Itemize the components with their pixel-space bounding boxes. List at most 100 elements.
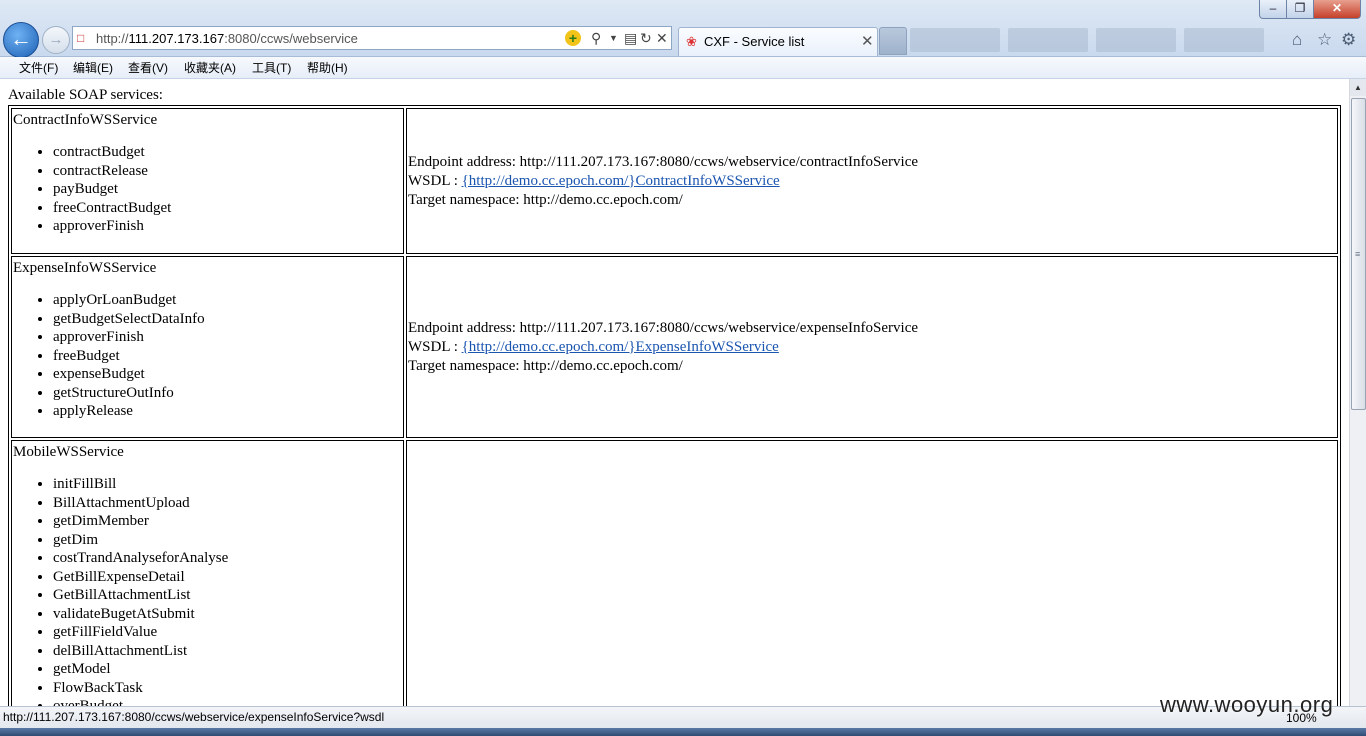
minimize-button[interactable]: – bbox=[1259, 0, 1287, 19]
menu-edit[interactable]: 编辑(E) bbox=[73, 59, 113, 76]
wsdl-line: WSDL : {http://demo.cc.epoch.com/}Contra… bbox=[408, 172, 1336, 191]
list-item: contractRelease bbox=[53, 162, 402, 181]
background-tab bbox=[1096, 28, 1176, 52]
table-row: ContractInfoWSService contractBudget con… bbox=[11, 108, 1338, 254]
operations-list: contractBudget contractRelease payBudget… bbox=[13, 143, 402, 236]
wsdl-link[interactable]: {http://demo.cc.epoch.com/}ContractInfoW… bbox=[462, 173, 780, 189]
url-prefix: http:// bbox=[96, 31, 129, 46]
list-item: FlowBackTask bbox=[53, 679, 402, 698]
page-heading: Available SOAP services: bbox=[8, 87, 163, 103]
service-name: MobileWSService bbox=[13, 444, 124, 460]
service-name: ContractInfoWSService bbox=[13, 112, 158, 128]
endpoint-label: Endpoint address: bbox=[408, 153, 520, 170]
chevron-down-icon[interactable]: ▼ bbox=[609, 30, 618, 46]
url-text[interactable]: http://111.207.173.167:8080/ccws/webserv… bbox=[96, 31, 358, 46]
table-row: ExpenseInfoWSService applyOrLoanBudget g… bbox=[11, 256, 1338, 438]
list-item: getBudgetSelectDataInfo bbox=[53, 310, 402, 329]
scroll-up-arrow-icon[interactable]: ▲ bbox=[1350, 79, 1366, 96]
tab-title: CXF - Service list bbox=[704, 34, 805, 49]
wsdl-line: WSDL : {http://demo.cc.epoch.com/}Expens… bbox=[408, 338, 1336, 357]
stop-icon[interactable]: ✕ bbox=[656, 30, 668, 46]
url-rest: :8080/ccws/webservice bbox=[224, 31, 358, 46]
background-tab bbox=[1008, 28, 1088, 52]
menu-bar: 文件(F) 编辑(E) 查看(V) 收藏夹(A) 工具(T) 帮助(H) bbox=[0, 57, 1366, 79]
list-item: payBudget bbox=[53, 180, 402, 199]
endpoint-address: http://111.207.173.167:8080/ccws/webserv… bbox=[519, 319, 919, 336]
menu-help[interactable]: 帮助(H) bbox=[307, 59, 348, 76]
vertical-scrollbar[interactable]: ▲ ≡ bbox=[1349, 79, 1366, 706]
scrollbar-thumb[interactable]: ≡ bbox=[1351, 98, 1366, 410]
os-taskbar bbox=[0, 728, 1366, 736]
endpoint-line: Endpoint address: http://111.207.173.167… bbox=[408, 319, 1336, 338]
watermark: www.wooyun.org bbox=[1160, 692, 1334, 717]
list-item: applyRelease bbox=[53, 402, 402, 421]
list-item: initFillBill bbox=[53, 475, 402, 494]
url-host: 111.207.173.167 bbox=[128, 31, 225, 46]
list-item: getFillFieldValue bbox=[53, 623, 402, 642]
table-row: MobileWSService initFillBill BillAttachm… bbox=[11, 440, 1338, 706]
background-tab bbox=[1184, 28, 1264, 52]
endpoint-address: http://111.207.173.167:8080/ccws/webserv… bbox=[519, 153, 919, 170]
namespace-label: Target namespace: bbox=[408, 191, 524, 208]
maximize-button[interactable]: ❐ bbox=[1286, 0, 1314, 19]
wsdl-label: WSDL : bbox=[408, 172, 462, 189]
close-icon[interactable]: ✕ bbox=[861, 32, 874, 50]
list-item: expenseBudget bbox=[53, 365, 402, 384]
wsdl-label: WSDL : bbox=[408, 338, 462, 355]
home-icon[interactable]: ⌂ bbox=[1292, 30, 1302, 50]
service-name: ExpenseInfoWSService bbox=[13, 260, 157, 276]
service-info-cell bbox=[406, 440, 1338, 706]
list-item: approverFinish bbox=[53, 217, 402, 236]
endpoint-label: Endpoint address: bbox=[408, 319, 520, 336]
list-item: delBillAttachmentList bbox=[53, 642, 402, 661]
grip-icon: ≡ bbox=[1355, 249, 1361, 259]
back-button[interactable]: ← bbox=[3, 22, 39, 58]
namespace-line: Target namespace: http://demo.cc.epoch.c… bbox=[408, 191, 1336, 210]
operations-list: applyOrLoanBudget getBudgetSelectDataInf… bbox=[13, 291, 402, 421]
list-item: getStructureOutInfo bbox=[53, 384, 402, 403]
address-bar[interactable]: □ http://111.207.173.167:8080/ccws/webse… bbox=[72, 26, 672, 50]
star-icon[interactable]: ☆ bbox=[1317, 30, 1332, 50]
service-cell: MobileWSService initFillBill BillAttachm… bbox=[11, 440, 404, 706]
menu-view[interactable]: 查看(V) bbox=[128, 59, 168, 76]
arrow-left-icon: ← bbox=[10, 26, 32, 51]
refresh-icon[interactable]: ↻ bbox=[640, 30, 652, 46]
menu-favorites[interactable]: 收藏夹(A) bbox=[184, 59, 236, 76]
list-item: contractBudget bbox=[53, 143, 402, 162]
search-icon[interactable]: ⚲ bbox=[591, 30, 601, 46]
service-info-cell: Endpoint address: http://111.207.173.167… bbox=[406, 108, 1338, 254]
feed-icon[interactable]: ▤ bbox=[624, 30, 637, 46]
tab-service-list[interactable]: ❀ CXF - Service list ✕ bbox=[678, 27, 878, 56]
list-item: approverFinish bbox=[53, 328, 402, 347]
gear-icon[interactable]: ⚙ bbox=[1341, 30, 1356, 50]
page-content: Available SOAP services: ContractInfoWSS… bbox=[0, 79, 1349, 706]
list-item: GetBillExpenseDetail bbox=[53, 568, 402, 587]
list-item: getDim bbox=[53, 531, 402, 550]
service-cell: ExpenseInfoWSService applyOrLoanBudget g… bbox=[11, 256, 404, 438]
list-item: validateBugetAtSubmit bbox=[53, 605, 402, 624]
list-item: getDimMember bbox=[53, 512, 402, 531]
new-tab-button[interactable] bbox=[879, 27, 907, 55]
namespace-line: Target namespace: http://demo.cc.epoch.c… bbox=[408, 357, 1336, 376]
list-item: costTrandAnalyseforAnalyse bbox=[53, 549, 402, 568]
wsdl-link[interactable]: {http://demo.cc.epoch.com/}ExpenseInfoWS… bbox=[462, 339, 779, 355]
browser-toolbar: ← → □ http://111.207.173.167:8080/ccws/w… bbox=[0, 0, 1366, 58]
tab-favicon-icon: ❀ bbox=[686, 34, 697, 49]
forward-button[interactable]: → bbox=[42, 26, 70, 54]
list-item: overBudget bbox=[53, 697, 402, 706]
operations-list: initFillBill BillAttachmentUpload getDim… bbox=[13, 475, 402, 706]
services-table: ContractInfoWSService contractBudget con… bbox=[8, 105, 1341, 706]
list-item: GetBillAttachmentList bbox=[53, 586, 402, 605]
menu-file[interactable]: 文件(F) bbox=[19, 59, 58, 76]
list-item: getModel bbox=[53, 660, 402, 679]
page-icon: □ bbox=[77, 31, 85, 45]
menu-tools[interactable]: 工具(T) bbox=[252, 59, 291, 76]
namespace-value: http://demo.cc.epoch.com/ bbox=[523, 357, 683, 374]
endpoint-line: Endpoint address: http://111.207.173.167… bbox=[408, 153, 1336, 172]
namespace-label: Target namespace: bbox=[408, 357, 524, 374]
close-window-button[interactable]: ✕ bbox=[1313, 0, 1361, 19]
list-item: freeBudget bbox=[53, 347, 402, 366]
list-item: applyOrLoanBudget bbox=[53, 291, 402, 310]
compatibility-view-icon[interactable]: + bbox=[565, 30, 581, 46]
status-url: http://111.207.173.167:8080/ccws/webserv… bbox=[3, 710, 385, 724]
